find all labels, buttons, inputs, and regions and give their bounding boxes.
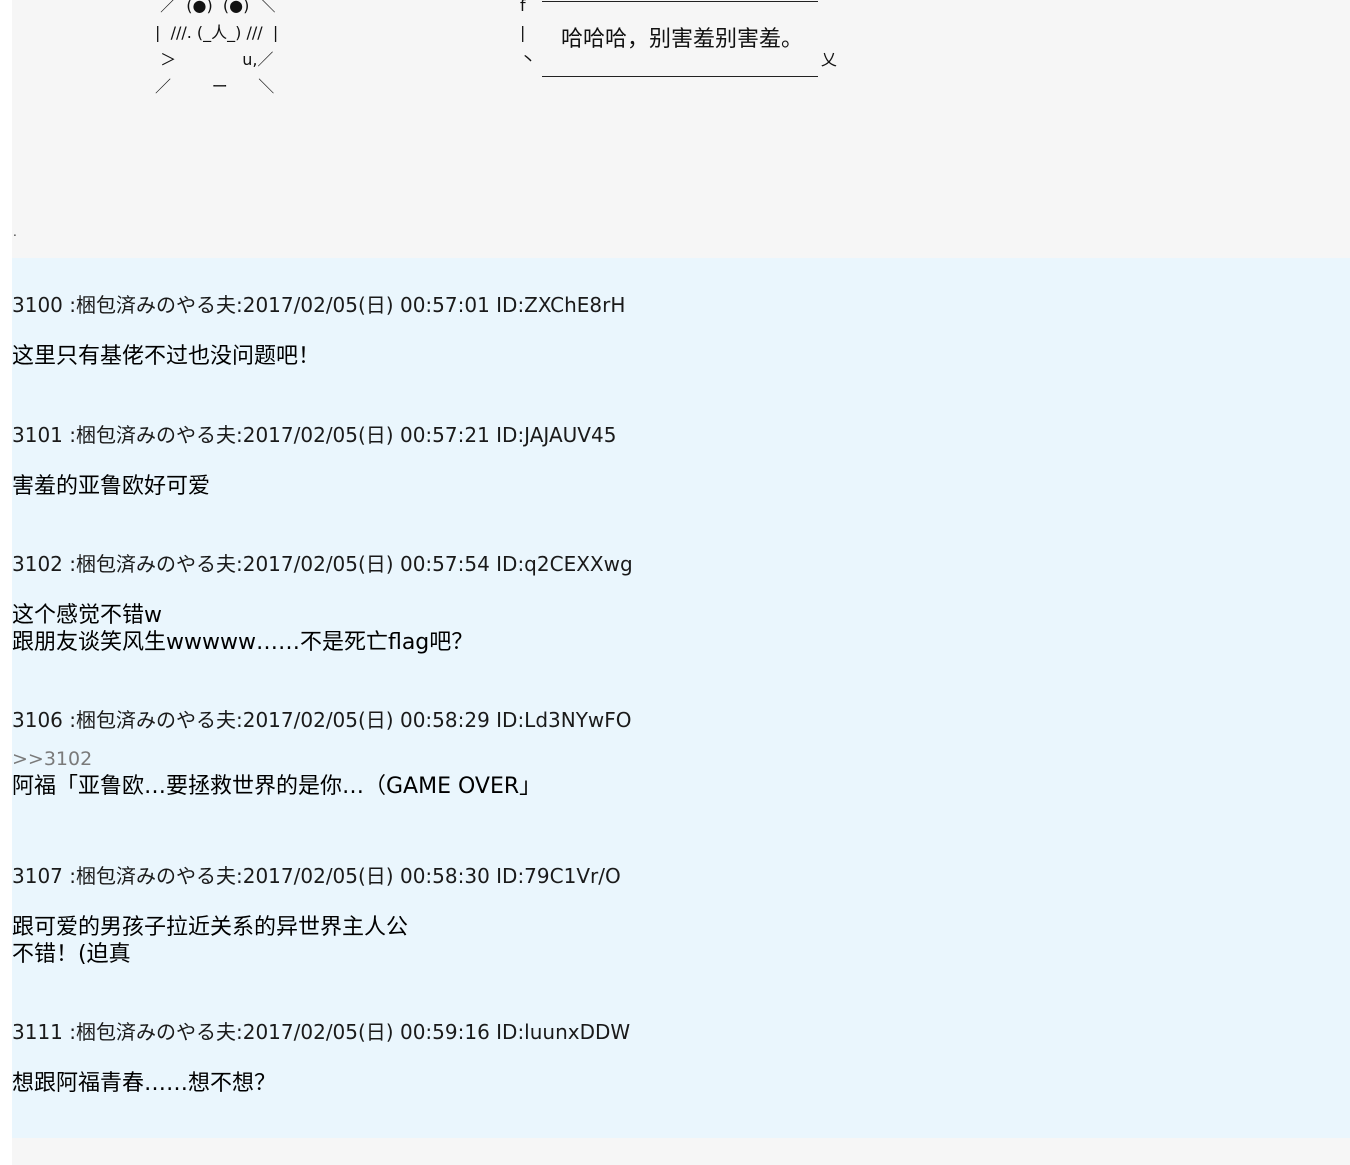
post-text-line: 这个感觉不错w: [12, 603, 162, 628]
post-3111: 3111 :梱包済みのやる夫:2017/02/05(日) 00:59:16 ID…: [12, 1019, 1342, 1097]
post-text-line: 跟可爱的男孩子拉近关系的异世界主人公: [12, 915, 409, 940]
post-header: 3107 :梱包済みのやる夫:2017/02/05(日) 00:58:30 ID…: [12, 864, 621, 888]
post-header: 3111 :梱包済みのやる夫:2017/02/05(日) 00:59:16 ID…: [12, 1020, 631, 1044]
post-text-line: 想跟阿福青春……想不想？: [12, 1071, 277, 1096]
post-body: 想跟阿福青春……想不想？: [12, 1070, 1342, 1097]
post-text-line: 不错！(迫真: [12, 942, 131, 967]
reply-anchor-link[interactable]: >>3102: [12, 747, 1342, 772]
ascii-art-panel: ／ (●) (●) ＼ | ///. (_人_) /// | ＞ u,／ ／ ー…: [12, 0, 1350, 258]
post-3100: 3100 :梱包済みのやる夫:2017/02/05(日) 00:57:01 ID…: [12, 292, 1342, 370]
speech-bubble-bottom-border: [542, 76, 818, 77]
post-text-line: 跟朋友谈笑风生wwwww……不是死亡flag吧？: [12, 630, 474, 655]
post-3101: 3101 :梱包済みのやる夫:2017/02/05(日) 00:57:21 ID…: [12, 422, 1342, 500]
post-header: 3106 :梱包済みのやる夫:2017/02/05(日) 00:58:29 ID…: [12, 708, 632, 732]
post-body: 害羞的亚鲁欧好可爱: [12, 473, 1342, 500]
post-header: 3102 :梱包済みのやる夫:2017/02/05(日) 00:57:54 ID…: [12, 552, 633, 576]
post-body: 跟可爱的男孩子拉近关系的异世界主人公 不错！(迫真: [12, 914, 1342, 968]
ascii-art-face: ／ (●) (●) ＼ | ///. (_人_) /// | ＞ u,／ ／ ー…: [155, 0, 279, 96]
post-header: 3101 :梱包済みのやる夫:2017/02/05(日) 00:57:21 ID…: [12, 423, 617, 447]
post-3102: 3102 :梱包済みのやる夫:2017/02/05(日) 00:57:54 ID…: [12, 551, 1342, 656]
speech-bubble-top-border: [542, 1, 818, 2]
page-footer-band: [12, 1138, 1350, 1165]
post-text-line: 阿福「亚鲁欧…要拯救世界的是你…（GAME OVER」: [12, 774, 542, 799]
post-text-line: 这里只有基佬不过也没问题吧！: [12, 344, 321, 369]
post-text-line: 害羞的亚鲁欧好可爱: [12, 474, 211, 499]
posts-thread: 3100 :梱包済みのやる夫:2017/02/05(日) 00:57:01 ID…: [12, 258, 1350, 1138]
post-body: >>3102 阿福「亚鲁欧…要拯救世界的是你…（GAME OVER」: [12, 747, 1342, 800]
post-body: 这个感觉不错w 跟朋友谈笑风生wwwww……不是死亡flag吧？: [12, 602, 1342, 656]
stray-mark: .: [13, 225, 17, 239]
post-3107: 3107 :梱包済みのやる夫:2017/02/05(日) 00:58:30 ID…: [12, 863, 1342, 968]
post-3106: 3106 :梱包済みのやる夫:2017/02/05(日) 00:58:29 ID…: [12, 707, 1342, 800]
post-header: 3100 :梱包済みのやる夫:2017/02/05(日) 00:57:01 ID…: [12, 293, 626, 317]
post-body: 这里只有基佬不过也没问题吧！: [12, 343, 1342, 370]
speech-bubble-text: 哈哈哈，别害羞别害羞。: [561, 27, 804, 52]
